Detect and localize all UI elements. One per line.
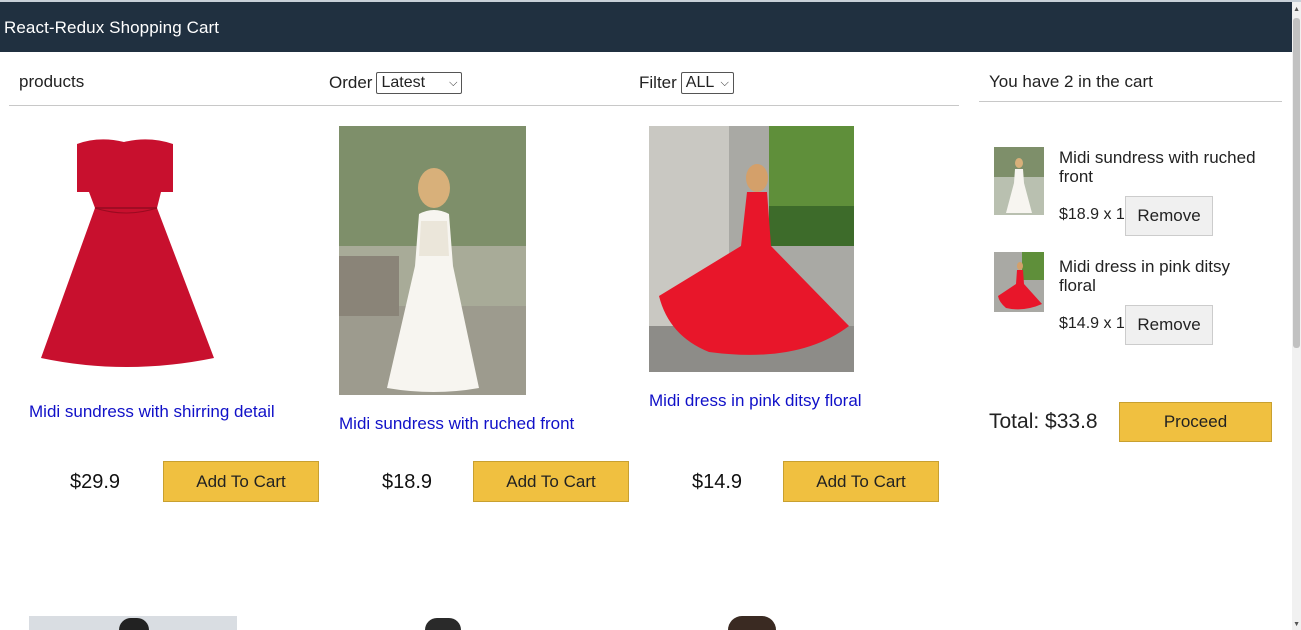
filter-group: Filter ALL ⌵ <box>639 72 734 94</box>
product-image-partial <box>425 618 461 630</box>
scroll-down-icon[interactable]: ▼ <box>1293 621 1300 628</box>
cart-item-title: Midi sundress with ruched front <box>1059 148 1256 186</box>
product-price: $18.9 <box>382 471 433 493</box>
product-image-partial <box>728 616 776 630</box>
vertical-scrollbar[interactable]: ▲ ▼ <box>1292 2 1301 630</box>
product-title-link[interactable]: Midi dress in pink ditsy floral <box>649 391 862 411</box>
order-label: Order <box>329 73 373 92</box>
scrollbar-thumb[interactable] <box>1293 18 1300 348</box>
cart-item-price: $18.9 x 1 <box>1059 206 1125 223</box>
cart-item-title: Midi dress in pink ditsy floral <box>1059 257 1231 295</box>
product-price: $14.9 <box>692 471 743 493</box>
filter-select-value: ALL <box>685 74 715 91</box>
cart-item-thumbnail <box>994 252 1044 312</box>
order-select-value: Latest <box>381 74 426 91</box>
cart-count-text: You have 2 in the cart <box>989 72 1153 91</box>
add-to-cart-button[interactable]: Add To Cart <box>783 461 939 502</box>
remove-button[interactable]: Remove <box>1125 196 1213 236</box>
order-group: Order Latest ⌵ <box>329 72 463 94</box>
filter-select[interactable]: ALL ⌵ <box>680 72 734 94</box>
cart-item-price: $14.9 x 1 <box>1059 315 1125 332</box>
product-title-link[interactable]: Midi sundress with shirring detail <box>29 402 275 422</box>
remove-button[interactable]: Remove <box>1125 305 1213 345</box>
chevron-down-icon: ⌵ <box>449 77 458 89</box>
app-header: React-Redux Shopping Cart <box>0 0 1301 52</box>
product-image-white-bridal-gown[interactable] <box>339 126 526 395</box>
product-price: $29.9 <box>70 471 121 493</box>
filter-bar: products Order Latest ⌵ Filter ALL ⌵ <box>9 62 959 106</box>
add-to-cart-button[interactable]: Add To Cart <box>163 461 319 502</box>
proceed-button[interactable]: Proceed <box>1119 402 1272 442</box>
filter-label: Filter <box>639 73 677 92</box>
product-image-red-strapless-dress[interactable] <box>29 128 224 384</box>
order-select[interactable]: Latest ⌵ <box>376 72 463 94</box>
product-image-red-flowing-dress[interactable] <box>649 126 854 372</box>
cart-item-thumbnail <box>994 147 1044 215</box>
app-title[interactable]: React-Redux Shopping Cart <box>4 18 219 38</box>
cart-total: Total: $33.8 <box>989 410 1098 433</box>
chevron-down-icon: ⌵ <box>720 77 729 89</box>
product-image-partial <box>29 616 237 630</box>
cart-header: You have 2 in the cart <box>979 62 1282 102</box>
scroll-up-icon[interactable]: ▲ <box>1293 6 1300 13</box>
products-count-label: products <box>19 72 85 91</box>
product-title-link[interactable]: Midi sundress with ruched front <box>339 414 574 434</box>
add-to-cart-button[interactable]: Add To Cart <box>473 461 629 502</box>
